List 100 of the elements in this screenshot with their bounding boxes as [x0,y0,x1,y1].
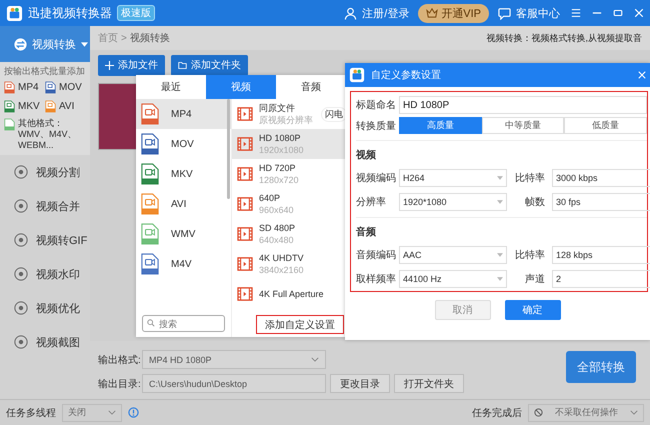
ban-icon [534,408,543,417]
edition-badge: 极速版 [117,5,155,21]
section-title: 视频 [356,148,377,162]
add-custom-button[interactable]: 添加自定义设置 [256,315,344,334]
output-format-select[interactable]: MP4 HD 1080P [142,350,326,369]
plus-icon [105,60,114,70]
output-folder-field[interactable]: C:\Users\hudun\Desktop [142,374,326,393]
film-icon [237,107,253,121]
tool-icon [14,199,28,213]
format-item[interactable]: WMV [136,219,231,249]
after-task-select[interactable]: 不采取任何操作 [528,404,644,422]
chat-icon[interactable] [498,6,511,20]
film-icon [237,137,253,151]
convert-all-button[interactable]: 全部转换 [566,351,636,383]
format-tab[interactable]: 视频 [206,75,276,99]
login-link[interactable]: 注册/登录 [362,6,410,20]
format-item[interactable]: MKV [136,159,231,189]
tool-icon [14,233,28,247]
batch-hint: 按输出格式批量添加 [4,65,86,78]
preset-item[interactable]: 4K UHDTV 3840x2160 [232,249,346,279]
field-label: 分辨率 [356,196,387,209]
chevron-down-icon [311,357,319,362]
dropdown-select[interactable]: 3000 kbps [552,169,650,187]
user-icon[interactable] [344,6,358,20]
field-label: 标题命名 [356,98,396,112]
film-icon [237,287,253,301]
quality-option[interactable]: 中等质量 [482,117,564,134]
dropdown-select[interactable]: 1920*1080 [399,193,507,211]
confirm-button[interactable]: 确定 [504,300,560,320]
format-shortcut[interactable]: MOV [45,81,86,94]
field-label: 比特率 [515,248,545,262]
field-label: 音频编码 [356,248,396,262]
dropdown-select[interactable]: 30 fps [552,193,650,211]
sidebar-item[interactable]: 视频合并 [0,189,90,223]
preset-item[interactable]: HD 720P 1280x720 [232,159,346,189]
film-icon [237,257,253,271]
quality-option[interactable]: 高质量 [399,117,482,134]
preset-item[interactable]: HD 1080P 1920x1080 [232,129,346,159]
multithread-select[interactable]: 关闭 [62,404,122,422]
app-title: 迅捷视频转换器 [28,4,112,22]
format-item[interactable]: MOV [136,129,231,159]
format-item[interactable]: AVI [136,189,231,219]
format-shortcut[interactable]: MP4 [4,81,45,94]
add-folder-button[interactable]: 添加文件夹 [171,54,248,76]
vip-button[interactable]: 开通VIP [418,4,489,22]
dropdown-select[interactable]: H264 [399,169,507,187]
close-icon[interactable] [638,71,646,79]
sidebar-item[interactable]: 视频优化 [0,291,90,325]
preset-item[interactable]: 4K Full Aperture [232,279,346,309]
sidebar-item[interactable]: 视频水印 [0,257,90,291]
change-folder-button[interactable]: 更改目录 [330,374,390,393]
format-tab[interactable]: 最近 [136,75,206,99]
file-icon [4,118,15,131]
page-description: 视频转换：视频格式转换,从视频提取音 [486,32,642,44]
caret-icon [497,253,503,257]
field-label: 帧数 [524,196,545,209]
add-file-button[interactable]: 添加文件 [98,54,165,76]
field-label: 比特率 [515,172,545,185]
format-shortcut[interactable]: AVI [45,100,86,113]
section-title: 音频 [356,225,377,239]
info-icon[interactable] [128,407,139,418]
support-link[interactable]: 客服中心 [516,6,560,20]
search-field[interactable]: 搜索 [142,315,225,332]
sidebar-item[interactable]: 视频转GIF [0,223,90,257]
close-icon[interactable] [634,8,644,18]
sidebar-item[interactable]: 视频分割 [0,155,90,189]
format-shortcut[interactable]: MKV [4,100,45,113]
sidebar-item[interactable]: 视频截图 [0,325,90,359]
dropdown-select[interactable]: 128 kbps [552,246,650,264]
field-label: 取样频率 [356,272,396,286]
tool-icon [14,335,28,349]
search-icon [147,319,155,327]
menu-icon[interactable] [571,8,581,18]
format-item[interactable]: MP4 [136,99,231,129]
chevron-down-icon [630,410,638,415]
quality-option[interactable]: 低质量 [564,117,648,134]
tool-icon [14,165,28,179]
format-item[interactable]: M4V [136,249,231,279]
title-input[interactable]: HD 1080P [399,96,647,114]
film-icon [237,197,253,211]
other-formats-shortcut[interactable]: 其他格式：WMV、M4V、WEBM... [4,118,86,151]
open-folder-button[interactable]: 打开文件夹 [394,374,464,393]
sidebar-current-item[interactable]: 视频转换 [0,26,90,62]
preset-item[interactable]: SD 480P 640x480 [232,219,346,249]
app-logo-icon [349,67,365,83]
folder-icon [178,60,187,70]
dropdown-select[interactable]: 2 [552,270,650,288]
after-task-label: 任务完成后 [472,406,522,420]
field-label: 视频编码 [356,172,396,185]
preset-item[interactable]: 640P 960x640 [232,189,346,219]
dropdown-select[interactable]: 44100 Hz [399,270,507,288]
maximize-icon[interactable] [613,8,623,18]
dropdown-select[interactable]: AAC [399,246,507,264]
tool-icon [14,301,28,315]
caret-icon [497,200,503,204]
crown-icon [426,8,438,18]
output-format-label: 输出格式: [98,354,138,366]
output-folder-label: 输出目录: [98,378,138,390]
caret-icon [497,277,503,281]
dialog-title: 自定义参数设置 [371,68,441,82]
